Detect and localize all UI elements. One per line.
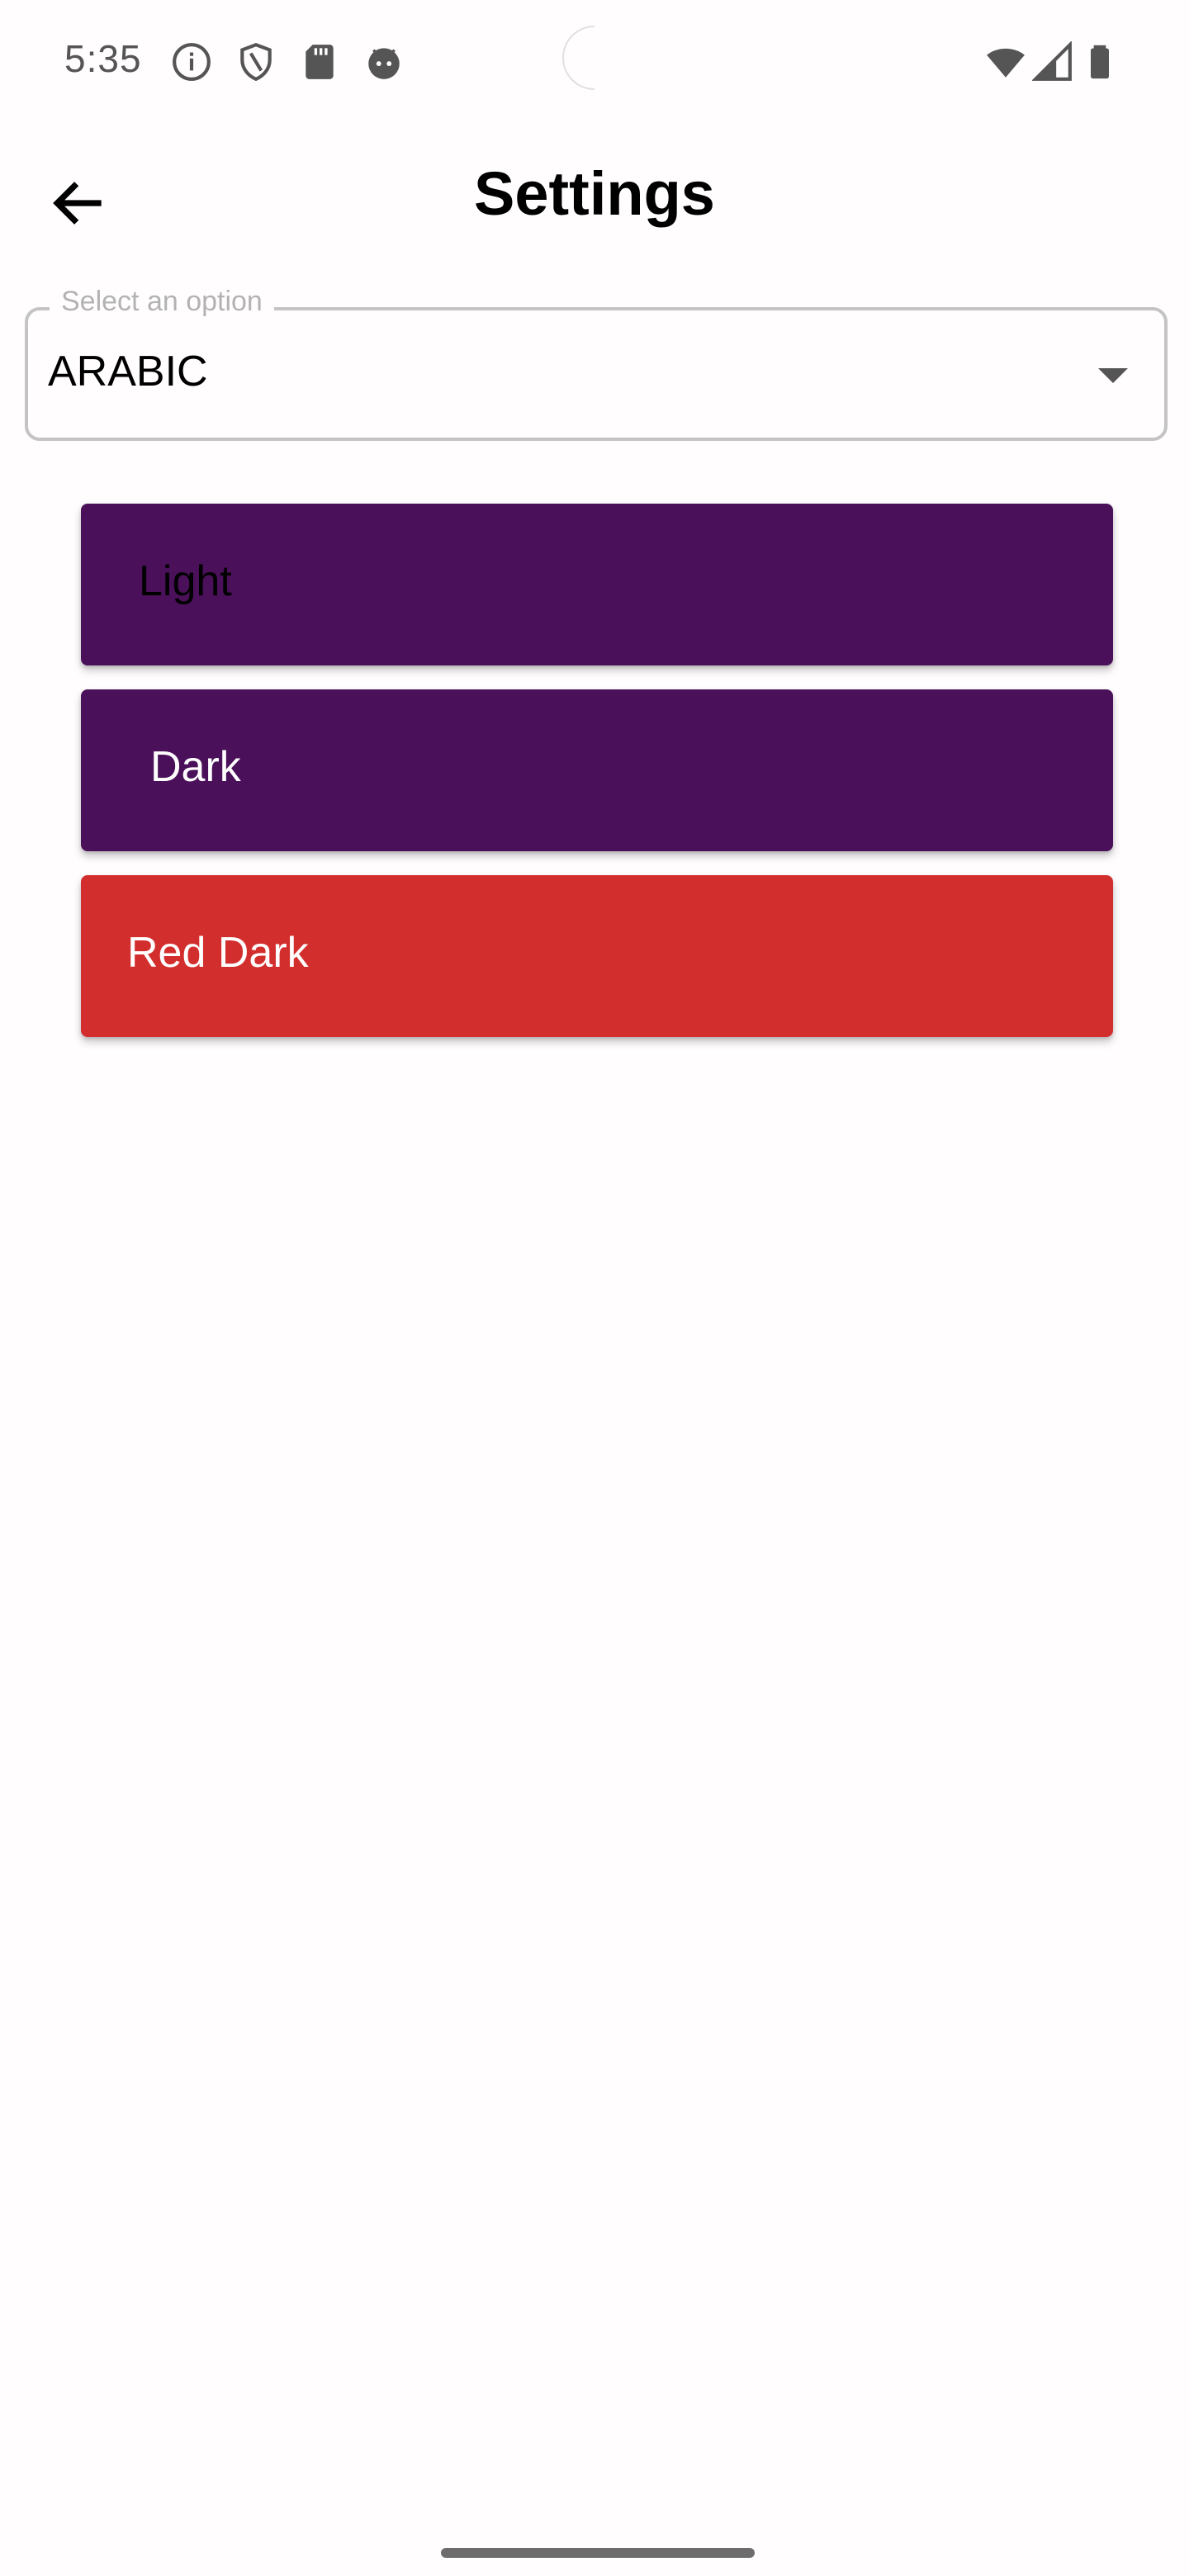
page-title: Settings	[474, 159, 715, 228]
home-indicator[interactable]	[441, 2548, 755, 2558]
theme-red-dark-button[interactable]: Red Dark	[81, 875, 1113, 1037]
theme-light-label: Light	[139, 557, 232, 605]
status-bar: 5:35	[0, 0, 1189, 124]
android-face-icon	[363, 41, 405, 83]
language-select[interactable]: Select an option ARABIC	[25, 286, 1168, 441]
shield-icon	[235, 41, 277, 83]
theme-dark-label: Dark	[150, 743, 241, 791]
camera-cutout	[561, 25, 628, 91]
theme-dark-button[interactable]: Dark	[81, 689, 1113, 851]
info-icon	[171, 41, 212, 83]
wifi-icon	[983, 41, 1029, 83]
status-time: 5:35	[64, 37, 142, 80]
theme-red-dark-label: Red Dark	[127, 929, 309, 977]
sd-card-icon	[299, 41, 340, 83]
app-bar: Settings	[0, 132, 1189, 268]
language-select-label: Select an option	[50, 286, 274, 318]
battery-icon	[1082, 41, 1118, 83]
dropdown-caret-icon	[1098, 368, 1128, 383]
language-select-value: ARABIC	[48, 348, 208, 395]
cell-signal-icon	[1032, 41, 1073, 83]
theme-light-button[interactable]: Light	[81, 504, 1113, 665]
